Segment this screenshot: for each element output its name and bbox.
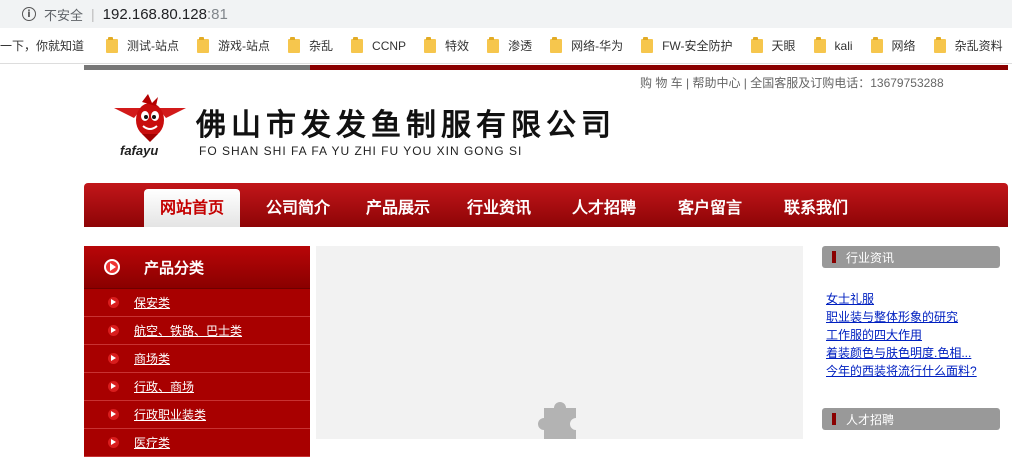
folder-icon xyxy=(550,36,563,53)
bullet-arrow-icon xyxy=(108,325,119,336)
top-accent-bar xyxy=(84,65,1008,70)
news-list: 女士礼服 职业装与整体形象的研究 工作服的四大作用 着装颜色与肤色明度.色相..… xyxy=(826,290,977,380)
folder-icon xyxy=(288,36,301,53)
top-accent-gray xyxy=(84,65,310,70)
bullet-arrow-icon xyxy=(108,353,119,364)
category-item[interactable]: 医疗类 xyxy=(84,429,310,457)
category-item[interactable]: 保安类 xyxy=(84,289,310,317)
folder-icon xyxy=(351,36,364,53)
folder-icon xyxy=(870,36,883,53)
bookmark-folder[interactable]: 杂乱资料 xyxy=(933,36,1003,54)
nav-about[interactable]: 公司简介 xyxy=(266,194,330,218)
bookmark-folder[interactable]: 杂乱 xyxy=(288,36,333,54)
bookmark-folder[interactable]: 游戏-站点 xyxy=(197,36,270,54)
category-item[interactable]: 行政、商场 xyxy=(84,373,310,401)
nav-news[interactable]: 行业资讯 xyxy=(467,194,531,218)
news-link[interactable]: 着装颜色与肤色明度.色相... xyxy=(826,344,977,362)
url-host[interactable]: 192.168.80.128 xyxy=(103,6,207,23)
bookmark-folder[interactable]: 网络-华为 xyxy=(550,36,623,54)
nav-home[interactable]: 网站首页 xyxy=(144,189,241,227)
folder-icon xyxy=(933,36,946,53)
nav-messages[interactable]: 客户留言 xyxy=(678,194,742,218)
header-bar-icon xyxy=(832,413,836,425)
news-title: 行业资讯 xyxy=(846,251,895,265)
folder-icon xyxy=(813,36,826,53)
category-item[interactable]: 行政职业装类 xyxy=(84,401,310,429)
folder-icon xyxy=(641,36,654,53)
nav-jobs[interactable]: 人才招聘 xyxy=(572,194,636,218)
address-separator: | xyxy=(91,6,95,22)
jobs-header: 人才招聘 xyxy=(822,408,1000,430)
bookmark-folder[interactable]: 渗透 xyxy=(487,36,532,54)
news-link[interactable]: 职业装与整体形象的研究 xyxy=(826,308,977,326)
plugin-puzzle-icon xyxy=(538,402,576,439)
folder-icon xyxy=(487,36,500,53)
bookmark-folder[interactable]: 网络 xyxy=(870,36,916,54)
nav-contact[interactable]: 联系我们 xyxy=(784,194,848,218)
info-icon[interactable]: i xyxy=(22,7,36,21)
nav-products[interactable]: 产品展示 xyxy=(366,194,430,218)
bookmark-folder[interactable]: kali xyxy=(813,36,853,53)
bookmark-folder[interactable]: 测试-站点 xyxy=(106,36,179,54)
bookmarks-bar: 一下，你就知道 测试-站点 游戏-站点 杂乱 CCNP 特效 渗透 网络-华为 … xyxy=(0,28,1012,64)
folder-icon xyxy=(750,36,763,53)
category-item[interactable]: 航空、铁路、巴士类 xyxy=(84,317,310,345)
address-bar[interactable]: i 不安全 | 192.168.80.128:81 xyxy=(0,0,1012,28)
news-header: 行业资讯 xyxy=(822,246,1000,268)
news-link[interactable]: 工作服的四大作用 xyxy=(826,326,977,344)
folder-icon xyxy=(106,36,119,53)
product-categories: 产品分类 保安类 航空、铁路、巴士类 商场类 行政、商场 行政职业装类 医疗类 xyxy=(84,246,310,457)
folder-icon xyxy=(424,36,437,53)
bookmark-folder[interactable]: CCNP xyxy=(351,36,406,53)
logo-text: fafayu xyxy=(120,143,159,158)
bookmark-folder[interactable]: 特效 xyxy=(424,36,469,54)
company-name-en: FO SHAN SHI FA FA YU ZHI FU YOU XIN GONG… xyxy=(199,144,523,158)
categories-header: 产品分类 xyxy=(84,246,310,289)
bookmark-folder[interactable]: FW-安全防护 xyxy=(641,36,733,54)
security-label: 不安全 xyxy=(44,7,84,23)
main-nav: 网站首页 公司简介 产品展示 行业资讯 人才招聘 客户留言 联系我们 xyxy=(84,183,1008,227)
bullet-arrow-icon xyxy=(108,381,119,392)
utility-links[interactable]: 购 物 车 | 帮助中心 | 全国客服及订购电话：13679753288 xyxy=(640,74,944,91)
url-port: :81 xyxy=(206,5,228,23)
bullet-arrow-icon xyxy=(108,297,119,308)
category-item[interactable]: 商场类 xyxy=(84,345,310,373)
categories-title: 产品分类 xyxy=(144,259,205,277)
bullet-arrow-icon xyxy=(108,409,119,420)
bookmark-folder[interactable]: 天眼 xyxy=(750,36,796,54)
play-circle-icon xyxy=(104,259,120,275)
folder-icon xyxy=(197,36,210,53)
jobs-title: 人才招聘 xyxy=(846,413,895,427)
news-link[interactable]: 女士礼服 xyxy=(826,290,977,308)
bookmark-item[interactable]: 一下，你就知道 xyxy=(0,37,84,54)
news-link[interactable]: 今年的西装将流行什么面料? xyxy=(826,362,977,380)
header-bar-icon xyxy=(832,251,836,263)
company-name-cn: 佛山市发发鱼制服有限公司 xyxy=(196,108,616,143)
